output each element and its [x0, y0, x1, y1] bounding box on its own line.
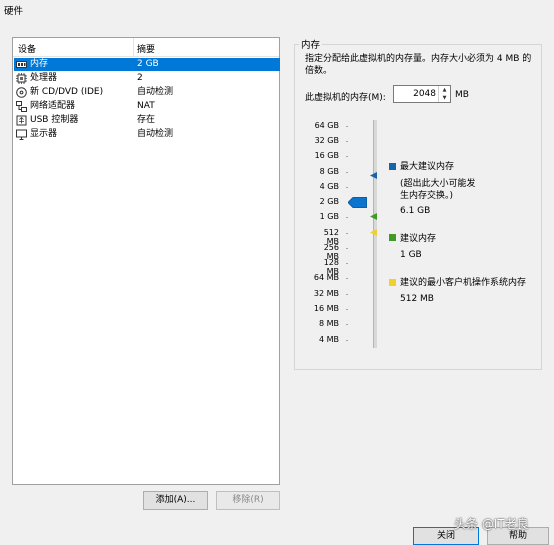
device-row-memory[interactable]: 内存 2 GB	[14, 58, 280, 71]
scale-tick	[346, 217, 348, 218]
device-name: 处理器	[30, 73, 58, 83]
max-recommended-value: 6.1 GB	[400, 206, 431, 216]
device-row-usb-controller[interactable]: USB 控制器 存在	[14, 114, 280, 127]
memory-slider-thumb[interactable]	[348, 197, 367, 208]
scale-label-2gb: 2 GB	[319, 197, 339, 206]
memory-field-label: 此虚拟机的内存(M):	[305, 93, 386, 103]
memory-group-title: 内存	[299, 37, 323, 51]
add-button[interactable]: 添加(A)...	[143, 491, 208, 510]
network-adapter-icon	[16, 101, 27, 112]
scale-tick	[346, 324, 348, 325]
spin-down-icon[interactable]: ▼	[439, 94, 450, 102]
scale-label-32mb: 32 MB	[313, 289, 339, 298]
device-name: 网络适配器	[30, 101, 76, 111]
memory-icon	[16, 61, 27, 68]
scale-tick	[346, 294, 348, 295]
window-title: 硬件	[4, 6, 24, 17]
column-header-summary[interactable]: 摘要	[137, 42, 155, 55]
device-summary: 2 GB	[137, 59, 159, 69]
memory-spinner[interactable]: ▲ ▼	[438, 86, 450, 102]
recommended-legend-icon	[389, 234, 396, 241]
scale-label-8mb: 8 MB	[318, 319, 339, 328]
scale-tick	[346, 156, 348, 157]
scale-label-16mb: 16 MB	[313, 304, 339, 313]
memory-unit: MB	[455, 90, 469, 100]
device-name: 内存	[30, 59, 49, 69]
scale-label-16gb: 16 GB	[314, 151, 339, 160]
scale-label-32gb: 32 GB	[314, 136, 339, 145]
column-divider[interactable]	[133, 38, 134, 56]
scale-tick	[346, 278, 348, 279]
recommended-title: 建议内存	[400, 234, 437, 244]
min-guest-os-marker-icon	[370, 229, 377, 236]
min-guest-os-title: 建议的最小客户机操作系统内存	[400, 278, 527, 288]
scale-label-1gb: 1 GB	[319, 212, 339, 221]
monitor-icon	[16, 129, 27, 140]
recommended-marker-icon	[370, 213, 377, 220]
device-list-header: 设备 摘要	[13, 38, 279, 57]
scale-label-8gb: 8 GB	[319, 167, 339, 176]
min-guest-os-value: 512 MB	[400, 294, 434, 304]
scale-tick	[346, 340, 348, 341]
scale-tick	[346, 187, 348, 188]
device-row-network-adapter[interactable]: 网络适配器 NAT	[14, 100, 280, 113]
max-recommended-note: (超出此大小可能发生内存交换。)	[400, 179, 476, 201]
device-name: 新 CD/DVD (IDE)	[30, 87, 104, 97]
device-name: 显示器	[30, 129, 58, 139]
scale-tick	[346, 141, 348, 142]
processor-icon	[16, 73, 27, 84]
watermark: 头条 @IT老良	[454, 517, 529, 531]
device-list[interactable]: 设备 摘要 内存 2 GB 处理器 2 新 CD/DVD (IDE) 自动检测	[12, 37, 280, 485]
spin-up-icon[interactable]: ▲	[439, 86, 450, 94]
min-guest-os-legend-icon	[389, 279, 396, 286]
device-summary: 2	[137, 73, 143, 83]
scale-label-64mb: 64 MB	[313, 273, 339, 282]
scale-tick	[346, 172, 348, 173]
device-row-cd-dvd[interactable]: 新 CD/DVD (IDE) 自动检测	[14, 86, 280, 99]
column-header-device[interactable]: 设备	[18, 42, 36, 55]
scale-label-4mb: 4 MB	[318, 335, 339, 344]
device-row-processor[interactable]: 处理器 2	[14, 72, 280, 85]
device-name: USB 控制器	[30, 115, 79, 125]
scale-tick	[346, 233, 348, 234]
max-recommended-legend-icon	[389, 163, 396, 170]
scale-tick	[346, 263, 348, 264]
device-summary: NAT	[137, 101, 155, 111]
usb-icon	[16, 115, 27, 126]
device-row-monitor[interactable]: 显示器 自动检测	[14, 128, 280, 141]
scale-label-64gb: 64 GB	[314, 121, 339, 130]
remove-button[interactable]: 移除(R)	[216, 491, 280, 510]
cd-dvd-icon	[16, 87, 27, 98]
recommended-value: 1 GB	[400, 250, 422, 260]
scale-label-4gb: 4 GB	[319, 182, 339, 191]
device-summary: 自动检测	[137, 87, 174, 97]
memory-description: 指定分配给此虚拟机的内存量。内存大小必须为 4 MB 的倍数。	[305, 54, 532, 76]
max-recommended-title: 最大建议内存	[400, 162, 455, 172]
device-summary: 自动检测	[137, 129, 174, 139]
memory-size-input[interactable]: 2048 ▲ ▼	[393, 85, 451, 103]
scale-tick	[346, 309, 348, 310]
scale-tick	[346, 248, 348, 249]
device-summary: 存在	[137, 115, 156, 125]
memory-value[interactable]: 2048	[413, 89, 436, 99]
scale-tick	[346, 126, 348, 127]
max-recommended-marker-icon	[370, 172, 377, 179]
